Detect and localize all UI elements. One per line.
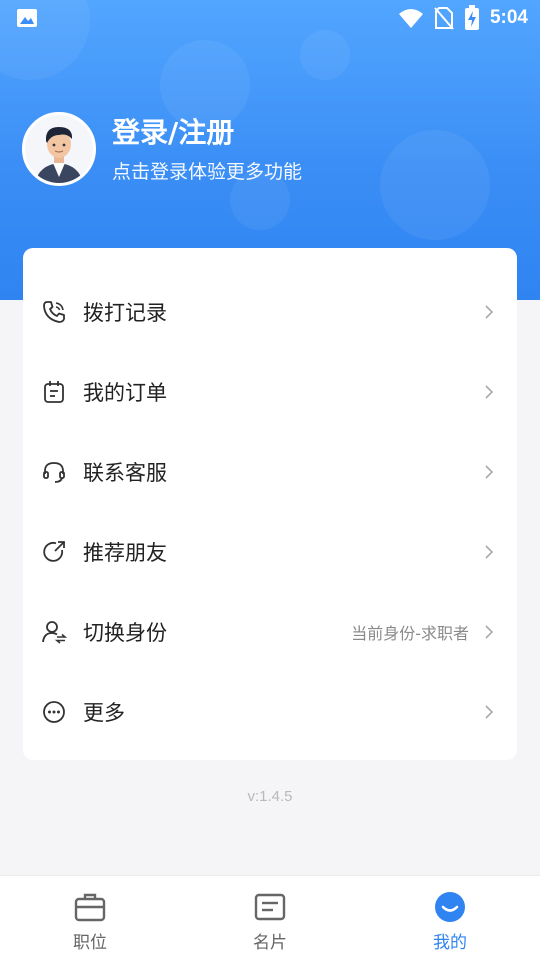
login-entry[interactable]: 登录/注册 点击登录体验更多功能	[22, 112, 302, 186]
tab-label: 名片	[253, 933, 287, 953]
more-icon	[43, 701, 65, 723]
battery-charging-icon	[464, 5, 479, 30]
headset-icon	[43, 462, 65, 483]
menu-label: 联系客服	[83, 461, 167, 485]
avatar-icon	[25, 115, 93, 183]
login-title[interactable]: 登录/注册	[112, 115, 302, 151]
chevron-right-icon	[485, 385, 494, 399]
menu-label: 切换身份	[83, 621, 167, 645]
tab-jobs[interactable]: 职位	[0, 876, 180, 960]
status-bar: 5:04	[0, 0, 540, 36]
menu-item-call-records[interactable]: 拨打记录	[23, 272, 517, 352]
tab-card[interactable]: 名片	[180, 876, 360, 960]
status-time: 5:04	[489, 7, 528, 28]
card-icon	[254, 893, 286, 921]
menu-label: 拨打记录	[83, 301, 167, 325]
share-icon	[43, 541, 65, 562]
menu-item-more[interactable]: 更多	[23, 672, 517, 752]
menu-item-recommend-friends[interactable]: 推荐朋友	[23, 512, 517, 592]
tab-label: 职位	[73, 933, 107, 953]
menu-label: 更多	[83, 701, 125, 725]
switch-user-icon	[42, 621, 67, 644]
phone-icon	[43, 301, 65, 323]
login-subtitle: 点击登录体验更多功能	[112, 160, 303, 183]
menu-label: 我的订单	[83, 381, 167, 405]
briefcase-icon	[74, 893, 106, 922]
chevron-right-icon	[485, 705, 494, 719]
menu-item-switch-identity[interactable]: 切换身份 当前身份-求职者	[23, 592, 517, 672]
menu-item-my-orders[interactable]: 我的订单	[23, 352, 517, 432]
chevron-right-icon	[485, 465, 494, 479]
tab-label: 我的	[433, 933, 467, 953]
menu-label: 推荐朋友	[83, 541, 167, 565]
wifi-icon	[398, 9, 423, 28]
tab-mine[interactable]: 我的	[360, 876, 540, 960]
bottom-tab-bar: 职位 名片 我的	[0, 875, 540, 960]
menu-card: 拨打记录 我的订单 联系客服 推荐朋友 切换身份 当前身份-求职者 更多	[23, 248, 517, 760]
avatar[interactable]	[22, 112, 96, 186]
app-version: v:1.4.5	[247, 788, 293, 805]
chevron-right-icon	[485, 625, 494, 639]
menu-item-customer-service[interactable]: 联系客服	[23, 432, 517, 512]
current-identity-text: 当前身份-求职者	[351, 624, 469, 643]
smile-icon	[435, 892, 465, 922]
image-notification-icon	[17, 9, 37, 27]
order-icon	[44, 381, 64, 403]
no-sim-icon	[434, 7, 454, 30]
chevron-right-icon	[485, 545, 494, 559]
chevron-right-icon	[485, 305, 494, 319]
